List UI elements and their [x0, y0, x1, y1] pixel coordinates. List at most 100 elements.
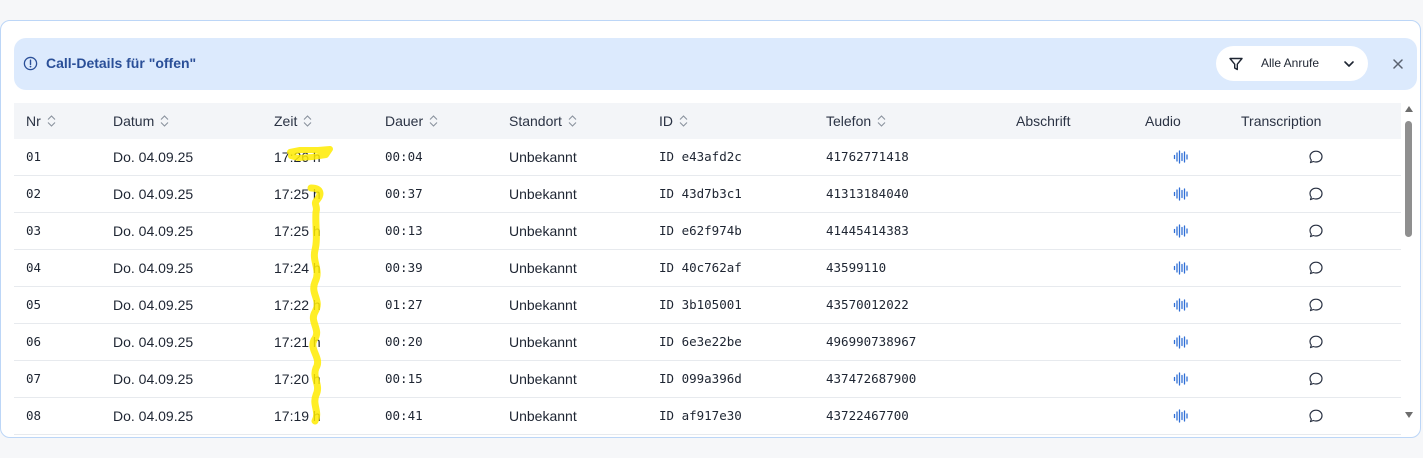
info-icon	[23, 56, 38, 71]
table-header: Nr Datum Zeit Dauer Standort ID Telefon …	[14, 103, 1401, 139]
column-header-label: ID	[659, 113, 673, 129]
column-header-telefon[interactable]: Telefon	[826, 103, 886, 139]
audio-waveform-icon[interactable]	[1173, 371, 1189, 387]
cell-id: ID af917e30	[659, 408, 742, 423]
table-row[interactable]: 02 Do. 04.09.25 17:25 h 00:37 Unbekannt ID 43…	[14, 176, 1401, 213]
vertical-scrollbar[interactable]	[1402, 105, 1416, 425]
cell-datum: Do. 04.09.25	[113, 223, 194, 239]
table-row[interactable]: 07 Do. 04.09.25 17:20 h 00:15 Unbekannt ID 09…	[14, 361, 1401, 398]
cell-datum: Do. 04.09.25	[113, 186, 194, 202]
close-icon[interactable]	[1391, 57, 1405, 71]
column-header-datum[interactable]: Datum	[113, 103, 169, 139]
cell-telefon: 43599110	[826, 260, 887, 275]
cell-dauer: 00:04	[385, 149, 423, 164]
audio-waveform-icon[interactable]	[1173, 408, 1189, 424]
chat-bubble-icon[interactable]	[1308, 149, 1324, 165]
chat-bubble-icon[interactable]	[1308, 334, 1324, 350]
scroll-up-arrow-icon[interactable]	[1404, 105, 1414, 113]
column-header-standort[interactable]: Standort	[509, 103, 577, 139]
cell-standort: Unbekannt	[509, 149, 577, 165]
column-header-label: Nr	[26, 113, 41, 129]
column-header-abschrift: Abschrift	[1016, 113, 1071, 129]
scrollbar-thumb[interactable]	[1405, 121, 1412, 237]
cell-zeit: 17:19 h	[274, 408, 321, 424]
cell-telefon: 437472687900	[826, 371, 917, 386]
table-row[interactable]: 04 Do. 04.09.25 17:24 h 00:39 Unbekannt ID 40…	[14, 250, 1401, 287]
cell-datum: Do. 04.09.25	[113, 408, 194, 424]
table-row[interactable]: 08 Do. 04.09.25 17:19 h 00:41 Unbekannt ID af…	[14, 398, 1401, 435]
cell-nr: 02	[26, 186, 42, 201]
banner-title: Call-Details für "offen"	[46, 55, 197, 71]
cell-id: ID 6e3e22be	[659, 334, 742, 349]
sort-icon	[303, 115, 312, 127]
table-row[interactable]: 05 Do. 04.09.25 17:22 h 01:27 Unbekannt ID 3b…	[14, 287, 1401, 324]
call-details-banner: Call-Details für "offen" Alle Anrufe	[14, 38, 1417, 90]
audio-waveform-icon[interactable]	[1173, 149, 1189, 165]
chat-bubble-icon[interactable]	[1308, 260, 1324, 276]
filter-icon	[1229, 57, 1243, 71]
cell-standort: Unbekannt	[509, 334, 577, 350]
audio-waveform-icon[interactable]	[1173, 223, 1189, 239]
audio-waveform-icon[interactable]	[1173, 297, 1189, 313]
cell-nr: 07	[26, 371, 42, 386]
column-header-transcription: Transcription	[1241, 113, 1322, 129]
scroll-down-arrow-icon[interactable]	[1404, 411, 1414, 419]
chat-bubble-icon[interactable]	[1308, 297, 1324, 313]
column-header-label: Standort	[509, 113, 562, 129]
cell-zeit: 17:26 h	[274, 149, 321, 165]
table-row[interactable]: 06 Do. 04.09.25 17:21 h 00:20 Unbekannt ID 6e…	[14, 324, 1401, 361]
call-filter-dropdown[interactable]: Alle Anrufe	[1216, 46, 1368, 81]
cell-id: ID 3b105001	[659, 297, 742, 312]
cell-datum: Do. 04.09.25	[113, 297, 194, 313]
sort-icon	[47, 115, 56, 127]
sort-icon	[160, 115, 169, 127]
cell-zeit: 17:21 h	[274, 334, 321, 350]
cell-nr: 08	[26, 408, 42, 423]
cell-standort: Unbekannt	[509, 186, 577, 202]
cell-dauer: 00:39	[385, 260, 423, 275]
column-header-label: Dauer	[385, 113, 424, 129]
cell-datum: Do. 04.09.25	[113, 371, 194, 387]
table-body: 01 Do. 04.09.25 17:26 h 00:04 Unbekannt ID e4…	[14, 139, 1401, 439]
cell-datum: Do. 04.09.25	[113, 334, 194, 350]
cell-dauer: 00:41	[385, 408, 423, 423]
cell-zeit: 17:24 h	[274, 260, 321, 276]
audio-waveform-icon[interactable]	[1173, 260, 1189, 276]
cell-zeit: 17:22 h	[274, 297, 321, 313]
sort-icon	[679, 115, 688, 127]
filter-label: Alle Anrufe	[1261, 56, 1320, 70]
cell-id: ID 43d7b3c1	[659, 186, 742, 201]
cell-id: ID 099a396d	[659, 371, 742, 386]
table-row[interactable]: 01 Do. 04.09.25 17:26 h 00:04 Unbekannt ID e4…	[14, 139, 1401, 176]
cell-dauer: 00:37	[385, 186, 423, 201]
cell-telefon: 41445414383	[826, 223, 909, 238]
column-header-id[interactable]: ID	[659, 103, 688, 139]
sort-icon	[429, 115, 438, 127]
chat-bubble-icon[interactable]	[1308, 371, 1324, 387]
cell-standort: Unbekannt	[509, 297, 577, 313]
column-header-zeit[interactable]: Zeit	[274, 103, 312, 139]
column-header-label: Datum	[113, 113, 155, 129]
sort-icon	[877, 115, 886, 127]
column-header-dauer[interactable]: Dauer	[385, 103, 438, 139]
cell-datum: Do. 04.09.25	[113, 260, 194, 276]
cell-dauer: 00:20	[385, 334, 423, 349]
chevron-down-icon	[1344, 61, 1354, 67]
chat-bubble-icon[interactable]	[1308, 186, 1324, 202]
cell-zeit: 17:25 h	[274, 186, 321, 202]
cell-dauer: 00:15	[385, 371, 423, 386]
cell-id: ID 40c762af	[659, 260, 742, 275]
column-header-audio: Audio	[1145, 113, 1181, 129]
column-header-label: Zeit	[274, 113, 298, 129]
audio-waveform-icon[interactable]	[1173, 334, 1189, 350]
cell-nr: 03	[26, 223, 42, 238]
cell-id: ID e62f974b	[659, 223, 742, 238]
chat-bubble-icon[interactable]	[1308, 223, 1324, 239]
cell-telefon: 41762771418	[826, 149, 909, 164]
cell-dauer: 01:27	[385, 297, 423, 312]
chat-bubble-icon[interactable]	[1308, 408, 1324, 424]
table-row[interactable]: 03 Do. 04.09.25 17:25 h 00:13 Unbekannt ID e6…	[14, 213, 1401, 250]
cell-id: ID e43afd2c	[659, 149, 742, 164]
audio-waveform-icon[interactable]	[1173, 186, 1189, 202]
column-header-nr[interactable]: Nr	[26, 103, 56, 139]
